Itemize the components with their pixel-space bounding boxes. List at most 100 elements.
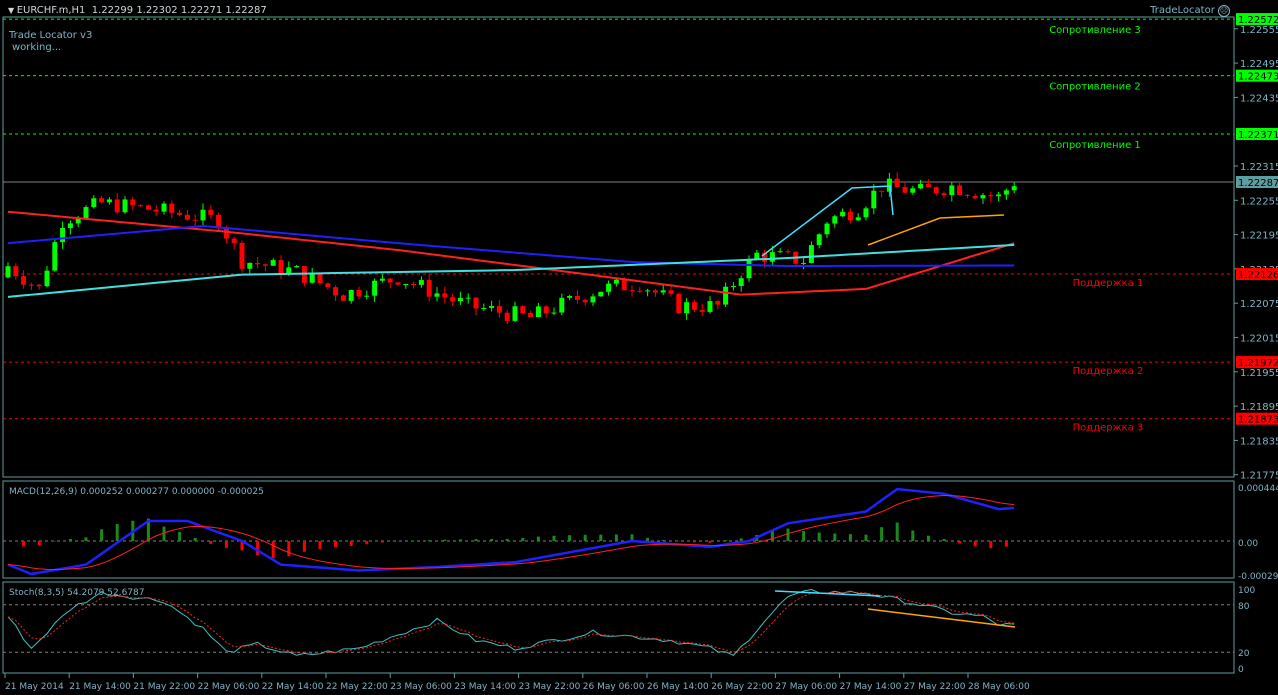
macd-histogram-bar <box>786 528 790 541</box>
time-label: 26 May 06:00 <box>583 682 645 692</box>
candle-body <box>520 306 526 314</box>
stoch-axis-label: 100 <box>1238 586 1255 596</box>
candle-body <box>122 199 128 213</box>
macd-histogram-bar <box>37 541 41 546</box>
macd-main-line <box>7 487 1015 576</box>
macd-histogram-bar <box>536 536 540 541</box>
macd-histogram-bar <box>100 529 104 541</box>
macd-histogram-bar <box>443 539 447 541</box>
candle-body <box>824 223 830 235</box>
candle-body <box>231 238 237 243</box>
macd-histogram-bar <box>193 537 197 541</box>
candle-body <box>886 178 892 192</box>
level-label: Сопротивление 3 <box>1049 25 1141 36</box>
macd-histogram-bar <box>256 541 260 556</box>
price-tick-label: 1.22075 <box>1240 299 1278 310</box>
candle-body <box>333 287 339 296</box>
candle-body <box>559 297 565 313</box>
level-label: Сопротивление 1 <box>1049 140 1141 151</box>
macd-histogram-bar <box>334 541 338 548</box>
frown-face-icon: ☹ <box>1218 5 1230 17</box>
macd-axis-label: 0.00 <box>1238 539 1258 549</box>
macd-histogram-bar <box>552 535 556 541</box>
macd-histogram-bar <box>349 541 353 546</box>
candle-body <box>754 252 760 260</box>
candle-body <box>847 211 853 221</box>
macd-histogram-bar <box>802 530 806 541</box>
candle-body <box>208 209 214 215</box>
level-price: 1.22126 <box>1238 270 1278 281</box>
candle-body <box>1011 186 1017 191</box>
price-tick-label: 1.22255 <box>1240 196 1278 207</box>
macd-histogram-bar <box>521 537 525 541</box>
macd-histogram-bar <box>661 539 665 541</box>
time-label: 22 May 06:00 <box>198 682 260 692</box>
candle-body <box>715 301 721 305</box>
candle-body <box>980 195 986 199</box>
candle-body <box>723 286 729 305</box>
macd-histogram-bar <box>162 526 166 541</box>
candle-body <box>832 216 838 224</box>
time-label: 22 May 22:00 <box>326 682 388 692</box>
price-tick-label: 1.21835 <box>1240 436 1278 447</box>
candle-body <box>465 297 471 299</box>
macd-histogram-bar <box>614 534 618 541</box>
candle-body <box>457 297 463 302</box>
stoch-axis-label: 0 <box>1238 665 1244 675</box>
macd-histogram-bar <box>895 522 899 541</box>
candle-body <box>613 279 619 284</box>
macd-signal-line <box>7 495 1015 570</box>
candle-body <box>949 185 955 196</box>
time-label: 27 May 14:00 <box>840 682 902 692</box>
candle-body <box>574 295 580 300</box>
time-label: 27 May 06:00 <box>775 682 837 692</box>
macd-histogram-bar <box>380 541 384 543</box>
candle-body <box>434 293 440 297</box>
candle-body <box>894 178 900 188</box>
pattern-line-orange <box>867 214 1005 246</box>
chart-canvas[interactable]: 1.22555 1.22495 1.22435 1.22315 1.22255 1.221… <box>0 0 1278 695</box>
candle-body <box>691 302 697 310</box>
macd-axis-label: 0.000444 <box>1238 484 1278 494</box>
candle-body <box>676 293 682 314</box>
candle-body <box>871 190 877 209</box>
candle-body <box>496 306 502 313</box>
macd-histogram-bar <box>833 533 837 541</box>
candle-body <box>145 205 151 210</box>
time-label: 21 May 2014 <box>5 682 64 692</box>
candle-body <box>403 284 409 286</box>
candle-body <box>13 266 19 277</box>
candle-body <box>161 203 167 212</box>
candle-body <box>262 264 268 266</box>
candle-body <box>473 297 479 309</box>
candle-body <box>325 283 331 288</box>
candle-body <box>278 260 284 275</box>
candle-body <box>1003 190 1009 195</box>
candle-body <box>130 199 136 206</box>
candle-body <box>44 270 50 287</box>
price-tick-label: 1.21955 <box>1240 368 1278 379</box>
time-label: 21 May 22:00 <box>133 682 195 692</box>
candle-body <box>411 284 417 286</box>
candle-body <box>707 301 713 312</box>
candle-body <box>255 262 261 265</box>
level-label: Поддержка 3 <box>1073 423 1144 434</box>
candle-body <box>106 199 112 203</box>
macd-histogram-bar <box>53 541 57 542</box>
stoch-title: Stoch(8,3,5) 54.2079 52.6787 <box>9 588 144 598</box>
level-price: 1.22572 <box>1238 15 1278 26</box>
chart-header: ▼ EURCHF.m,H1 1.22299 1.22302 1.22271 1.… <box>8 5 267 16</box>
candle-body <box>504 312 510 321</box>
price-tick-label: 1.22015 <box>1240 334 1278 345</box>
brand-label: TradeLocator <box>1150 5 1215 16</box>
candle-body <box>567 295 573 298</box>
candle-body <box>598 291 604 297</box>
macd-histogram-bar <box>864 534 868 541</box>
candle-body <box>223 228 229 239</box>
candle-body <box>67 223 73 229</box>
candle-body <box>450 297 456 302</box>
ma-blue-line <box>7 225 1015 268</box>
macd-histogram-bar <box>458 539 462 541</box>
candle-body <box>309 273 315 283</box>
macd-histogram-bar <box>911 530 915 541</box>
